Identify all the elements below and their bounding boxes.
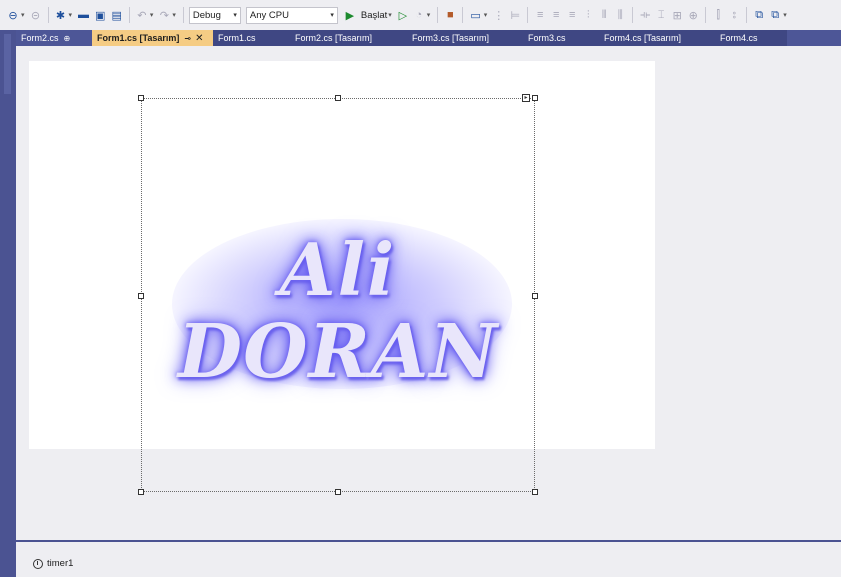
- close-icon[interactable]: ✕: [195, 33, 203, 44]
- align-tops-icon[interactable]: ≡: [565, 6, 579, 24]
- toolbox-tab[interactable]: [4, 34, 11, 94]
- tab-label: Form2.cs [Tasarım]: [295, 33, 373, 43]
- start-debugging-button[interactable]: Başlat: [361, 10, 387, 21]
- chevron-down-icon: ▾: [330, 12, 334, 19]
- picturebox-control[interactable]: Ali DORAN ▸: [138, 94, 538, 495]
- size-to-grid-icon[interactable]: ⌶: [654, 6, 668, 24]
- component-tray: timer1: [16, 542, 841, 577]
- hot-reload-icon[interactable]: ◔: [412, 6, 426, 24]
- tab-label: Form1.cs [Tasarım]: [97, 33, 180, 43]
- save-all-icon[interactable]: ▤: [109, 6, 123, 24]
- align-rights-icon[interactable]: ≡: [549, 6, 563, 24]
- timer-icon: [33, 558, 43, 569]
- solution-configuration-select[interactable]: Debug ▾: [188, 6, 241, 24]
- tab-form3-cs[interactable]: Form3.cs: [523, 30, 599, 46]
- navigate-back-dropdown-icon[interactable]: ▾: [21, 11, 25, 19]
- hot-reload-dropdown-icon[interactable]: ▾: [427, 11, 431, 19]
- navigate-forward-icon[interactable]: ⊝: [29, 6, 43, 24]
- navigate-back-icon[interactable]: ⊖: [6, 6, 20, 24]
- align-to-grid-icon[interactable]: ⋮: [491, 6, 506, 24]
- undo-dropdown-icon[interactable]: ▾: [150, 11, 154, 19]
- resize-handle-bottom-left[interactable]: [138, 489, 144, 495]
- vertical-spacing-icon[interactable]: ⦂: [727, 6, 741, 24]
- align-middles-icon[interactable]: ⫶: [581, 6, 595, 24]
- resize-handle-left[interactable]: [138, 293, 144, 299]
- toolbar-separator: [705, 7, 707, 23]
- bring-to-front-icon[interactable]: ⧉: [752, 6, 766, 24]
- new-project-icon[interactable]: ✱: [54, 6, 68, 24]
- smart-tag-icon[interactable]: ▸: [522, 94, 530, 102]
- chevron-down-icon: ▾: [233, 12, 237, 19]
- tab-label: Form4.cs: [720, 33, 758, 43]
- open-file-icon[interactable]: ▬: [76, 6, 91, 24]
- tab-label: Form3.cs [Tasarım]: [412, 33, 490, 43]
- tab-label: Form1.cs: [218, 33, 256, 43]
- pin-icon[interactable]: ⊸: [184, 34, 191, 43]
- align-bottoms-icon[interactable]: ⫴: [597, 6, 611, 24]
- picturebox-image: Ali DORAN: [142, 99, 534, 399]
- tab-form1-designer[interactable]: Form1.cs [Tasarım] ⊸ ✕: [92, 30, 213, 46]
- solution-platform-value: Any CPU: [249, 9, 289, 21]
- send-to-back-icon[interactable]: ⧉: [768, 6, 782, 24]
- align-lefts-icon[interactable]: ⊨: [508, 6, 522, 24]
- logo-text-last-name: DORAN: [177, 309, 499, 395]
- tab-form4-designer[interactable]: Form4.cs [Tasarım]: [599, 30, 715, 46]
- start-dropdown-icon[interactable]: ▾: [388, 11, 392, 19]
- start-without-debugging-icon[interactable]: ▷: [396, 6, 410, 24]
- tab-label: Form4.cs [Tasarım]: [604, 33, 682, 43]
- document-tab-bar: Form2.cs ⊕ Form1.cs [Tasarım] ⊸ ✕ Form1.cs …: [16, 30, 841, 46]
- tab-label: Form3.cs: [528, 33, 566, 43]
- resize-handle-top[interactable]: [335, 95, 341, 101]
- toolbar-separator: [182, 7, 184, 23]
- tab-label: Form2.cs: [21, 33, 59, 43]
- tab-form4-cs[interactable]: Form4.cs: [715, 30, 787, 46]
- standard-toolbar: ⊖ ▾ ⊝ ✱ ▾ ▬ ▣ ▤ ↶ ▾ ↷ ▾ Debug ▾ Any CPU …: [0, 0, 841, 30]
- resize-handle-top-right[interactable]: [532, 95, 538, 101]
- toolbar-separator: [746, 7, 748, 23]
- undo-icon[interactable]: ↶: [135, 6, 149, 24]
- solution-platform-select[interactable]: Any CPU ▾: [245, 6, 338, 24]
- toolbar-separator: [632, 7, 634, 23]
- timer-component-label: timer1: [47, 558, 74, 569]
- tab-form1-cs[interactable]: Form1.cs: [213, 30, 290, 46]
- save-icon[interactable]: ▣: [93, 6, 107, 24]
- tab-form2-designer[interactable]: Form2.cs [Tasarım]: [290, 30, 407, 46]
- zoom-icon[interactable]: ⊕: [686, 6, 700, 24]
- make-same-width-icon[interactable]: ⫼: [613, 6, 627, 24]
- layout-icon[interactable]: ▭: [468, 6, 482, 24]
- toolbar-separator: [437, 7, 439, 23]
- browser-link-icon[interactable]: ■: [443, 6, 457, 24]
- form-designer-surface[interactable]: Ali DORAN ▸: [16, 46, 841, 540]
- resize-handle-bottom-right[interactable]: [532, 489, 538, 495]
- toolbar-separator: [47, 7, 49, 23]
- solution-configuration-value: Debug: [192, 9, 221, 21]
- resize-handle-right[interactable]: [532, 293, 538, 299]
- align-centers-icon[interactable]: ≡: [533, 6, 547, 24]
- layout-dropdown-icon[interactable]: ▾: [484, 11, 488, 19]
- make-same-size-icon[interactable]: ⊞: [670, 6, 684, 24]
- toolbar-separator: [527, 7, 529, 23]
- tab-form3-designer[interactable]: Form3.cs [Tasarım]: [407, 30, 523, 46]
- pin-icon[interactable]: ⊕: [64, 34, 71, 43]
- make-same-height-icon[interactable]: ⟛: [638, 6, 652, 24]
- new-project-dropdown-icon[interactable]: ▾: [69, 11, 73, 19]
- resize-handle-bottom[interactable]: [335, 489, 341, 495]
- horizontal-spacing-icon[interactable]: ⫿: [711, 6, 725, 24]
- toolbar-separator: [128, 7, 130, 23]
- resize-handle-top-left[interactable]: [138, 95, 144, 101]
- toolbar-options-icon[interactable]: ▾: [783, 11, 787, 19]
- redo-dropdown-icon[interactable]: ▾: [172, 11, 176, 19]
- toolbox-side-panel[interactable]: [0, 30, 16, 577]
- tab-form2-cs-pinned[interactable]: Form2.cs ⊕: [16, 30, 92, 46]
- timer-component[interactable]: timer1: [33, 558, 73, 569]
- redo-icon[interactable]: ↷: [157, 6, 171, 24]
- start-debugging-icon[interactable]: ▶: [343, 6, 357, 24]
- toolbar-separator: [462, 7, 464, 23]
- logo-text-first-name: Ali: [279, 227, 397, 312]
